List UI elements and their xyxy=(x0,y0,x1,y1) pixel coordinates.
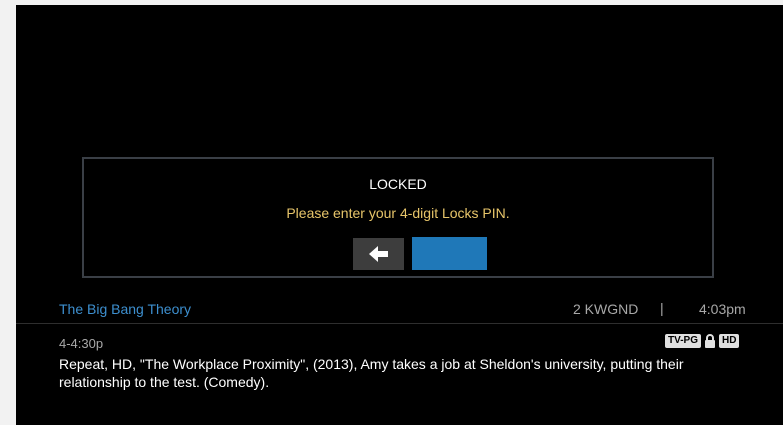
tv-screen: LOCKED Please enter your 4-digit Locks P… xyxy=(16,5,783,425)
clock: 4:03pm xyxy=(699,301,746,317)
program-description: Repeat, HD, "The Workplace Proximity", (… xyxy=(59,356,684,390)
hd-badge: HD xyxy=(719,334,740,348)
back-button[interactable] xyxy=(353,238,404,270)
rating-badge: TV-PG xyxy=(665,334,702,348)
left-arrow-icon xyxy=(368,246,388,262)
badges: TV-PG HD xyxy=(665,334,740,348)
padlock-icon xyxy=(705,334,716,348)
program-bar: The Big Bang Theory 2 KWGND | 4:03pm xyxy=(16,297,783,323)
pin-input[interactable] xyxy=(412,237,487,270)
divider xyxy=(16,323,783,324)
lock-message: Please enter your 4-digit Locks PIN. xyxy=(286,205,510,221)
channel-number: 2 KWGND xyxy=(573,301,639,317)
time-range: 4-4:30p xyxy=(59,336,104,351)
lock-title: LOCKED xyxy=(369,176,427,192)
lock-dialog: LOCKED Please enter your 4-digit Locks P… xyxy=(82,157,714,278)
program-title: The Big Bang Theory xyxy=(59,301,192,317)
separator: | xyxy=(660,300,664,316)
